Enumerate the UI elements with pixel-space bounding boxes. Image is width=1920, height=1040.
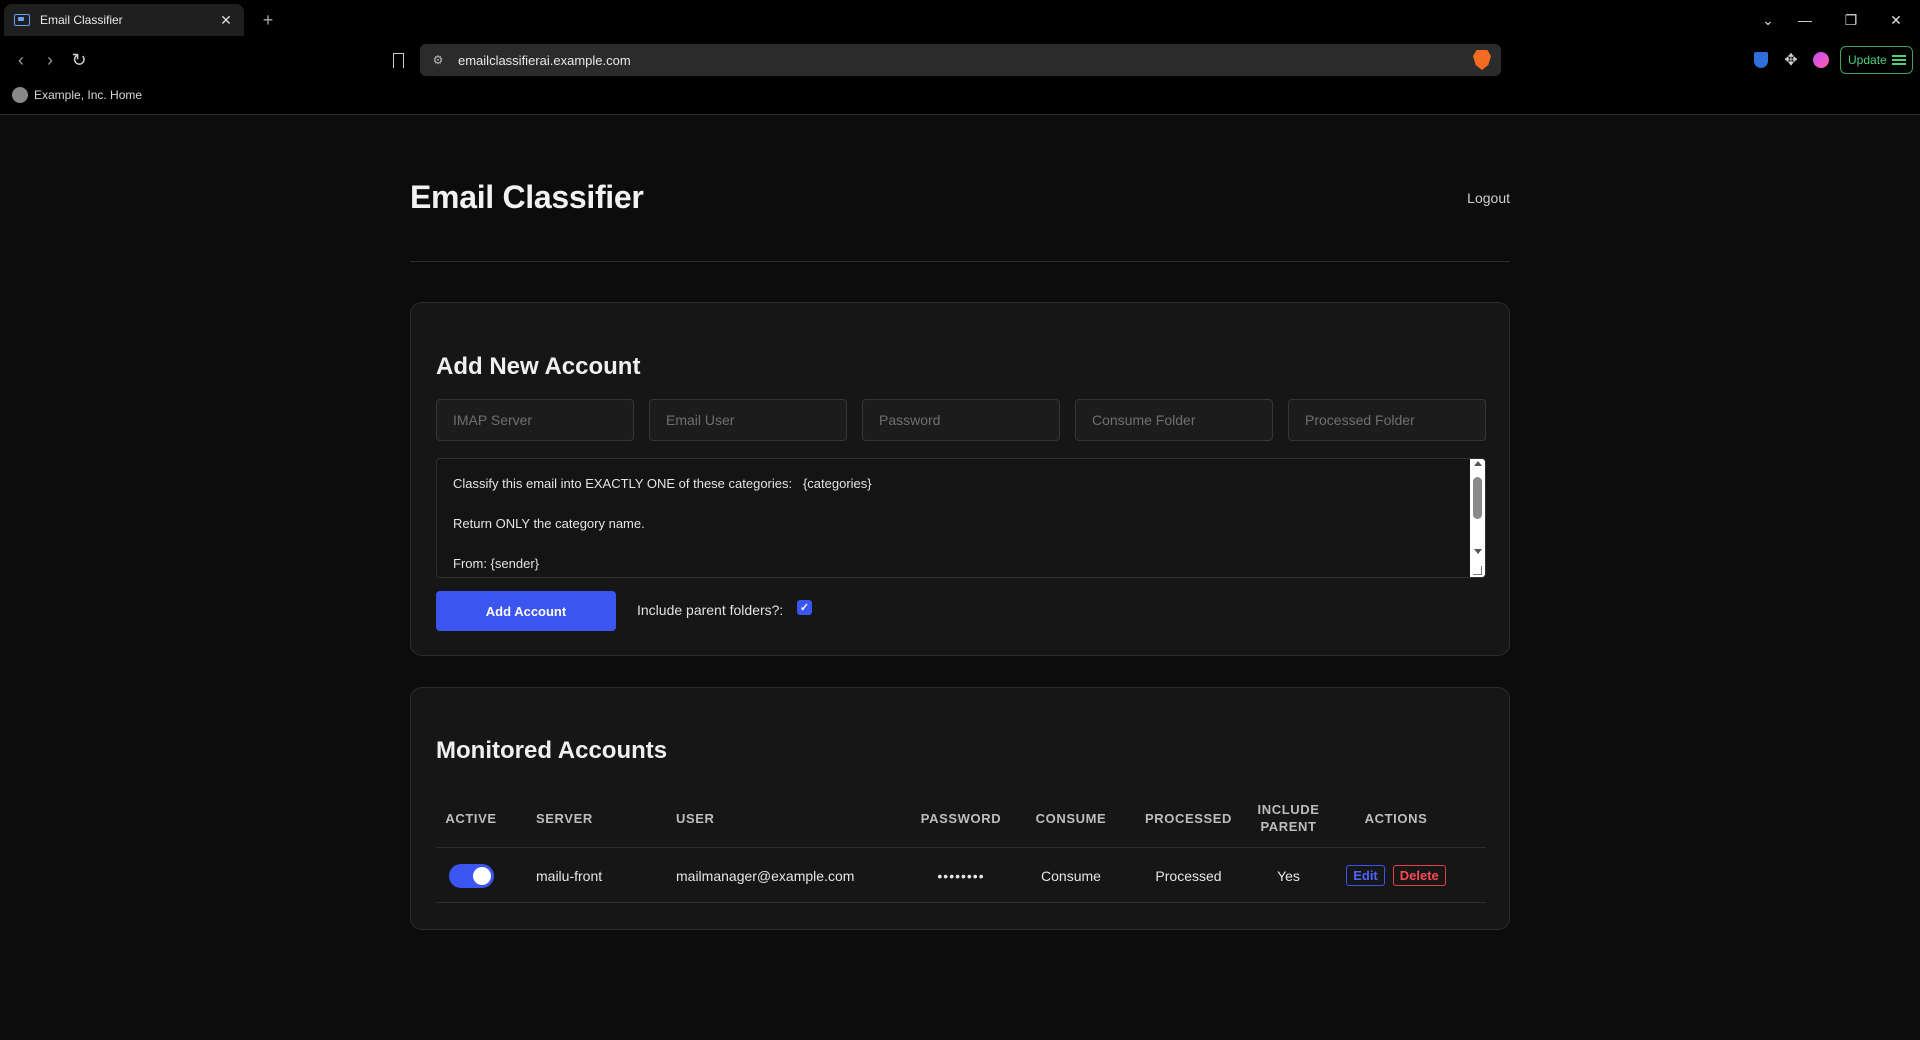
forward-button[interactable]: › <box>37 48 63 72</box>
app-header: Email Classifier Logout <box>410 116 1510 262</box>
extensions-icon[interactable]: ✥ <box>1781 50 1801 70</box>
add-account-heading: Add New Account <box>436 353 641 380</box>
brave-shields-icon[interactable] <box>1473 50 1491 70</box>
monitored-accounts-card: Monitored Accounts ACTIVE SERVER USER PA… <box>410 687 1510 930</box>
prompt-line: From: {sender} <box>453 556 539 571</box>
column-user: USER <box>676 810 715 826</box>
bookmarks-bar: Example, Inc. Home <box>0 84 1920 106</box>
add-account-button[interactable]: Add Account <box>436 591 616 631</box>
tab-close-icon[interactable]: ✕ <box>218 12 234 28</box>
include-parent-label: Include parent folders?: <box>637 602 784 618</box>
cell-active <box>436 848 506 903</box>
window-close-button[interactable]: ✕ <box>1878 6 1914 34</box>
add-account-card: Add New Account Classify this email into… <box>410 302 1510 656</box>
table-row: mailu-front mailmanager@example.com ••••… <box>436 848 1486 903</box>
browser-chrome: Email Classifier ✕ + ⌄ — ❐ ✕ ‹ › ↻ ⚙ ema… <box>0 0 1920 115</box>
include-parent-checkbox[interactable]: ✓ <box>797 600 812 615</box>
site-settings-icon[interactable]: ⚙ <box>430 52 446 68</box>
bookmark-icon[interactable] <box>388 48 408 72</box>
edit-button[interactable]: Edit <box>1346 865 1385 886</box>
bitwarden-icon[interactable] <box>1751 50 1771 70</box>
update-label: Update <box>1848 53 1887 67</box>
scroll-down-icon[interactable] <box>1474 549 1482 554</box>
cell-server: mailu-front <box>536 867 603 884</box>
back-button[interactable]: ‹ <box>8 48 34 72</box>
prompt-line: Return ONLY the category name. <box>453 516 645 531</box>
delete-button[interactable]: Delete <box>1392 865 1446 886</box>
column-server: SERVER <box>536 810 593 826</box>
column-processed: PROCESSED <box>1144 810 1233 826</box>
reload-button[interactable]: ↻ <box>66 48 92 72</box>
page-content: Email Classifier Logout Add New Account … <box>0 116 1920 1040</box>
account-fields <box>436 399 1486 441</box>
prompt-text: Classify this email into EXACTLY ONE of … <box>453 474 1453 577</box>
column-consume: CONSUME <box>1035 810 1107 826</box>
tab-search-icon[interactable]: ⌄ <box>1750 6 1786 34</box>
cell-processed: Processed <box>1155 867 1222 884</box>
active-toggle[interactable] <box>448 863 494 888</box>
scroll-thumb[interactable] <box>1473 477 1482 519</box>
column-actions: ACTIONS <box>1364 810 1428 826</box>
update-button[interactable]: Update <box>1840 46 1913 74</box>
page-title: Email Classifier <box>410 179 644 215</box>
column-password: PASSWORD <box>920 810 1002 826</box>
cell-user: mailmanager@example.com <box>676 867 855 884</box>
tab-title: Email Classifier <box>40 13 123 27</box>
table-header: ACTIVE SERVER USER PASSWORD CONSUME PROC… <box>436 788 1486 848</box>
browser-tab[interactable]: Email Classifier ✕ <box>4 4 244 36</box>
accounts-table: ACTIVE SERVER USER PASSWORD CONSUME PROC… <box>436 788 1486 903</box>
bookmark-item[interactable]: Example, Inc. Home <box>34 88 142 102</box>
prompt-scrollbar[interactable] <box>1470 459 1485 577</box>
cell-password: •••••••• <box>937 867 985 884</box>
restore-button[interactable]: ❐ <box>1833 6 1869 34</box>
prompt-textarea[interactable]: Classify this email into EXACTLY ONE of … <box>436 458 1486 578</box>
app-favicon-icon <box>14 14 30 26</box>
monitored-accounts-heading: Monitored Accounts <box>436 737 668 764</box>
globe-icon <box>12 87 28 103</box>
consume-folder-input[interactable] <box>1075 399 1273 441</box>
column-active: ACTIVE <box>445 810 497 826</box>
profile-avatar-icon[interactable] <box>1811 50 1831 70</box>
logout-link[interactable]: Logout <box>1467 190 1510 206</box>
address-bar[interactable]: ⚙ emailclassifierai.example.com <box>420 44 1501 76</box>
column-include-parent: INCLUDE PARENT <box>1257 802 1320 834</box>
email-user-input[interactable] <box>649 399 847 441</box>
main-container: Email Classifier Logout Add New Account … <box>410 116 1510 930</box>
cell-actions: Edit Delete <box>1326 848 1466 903</box>
imap-server-input[interactable] <box>436 399 634 441</box>
cell-consume: Consume <box>1041 867 1101 884</box>
processed-folder-input[interactable] <box>1288 399 1486 441</box>
tab-bar: Email Classifier ✕ + ⌄ — ❐ ✕ <box>0 0 1920 40</box>
minimize-button[interactable]: — <box>1787 6 1823 34</box>
url-text[interactable]: emailclassifierai.example.com <box>458 53 1473 68</box>
menu-icon <box>1892 55 1906 65</box>
cell-include-parent: Yes <box>1277 867 1300 884</box>
browser-toolbar: ‹ › ↻ ⚙ emailclassifierai.example.com ✥ … <box>0 40 1920 80</box>
resize-handle-icon[interactable] <box>1473 566 1482 575</box>
new-tab-button[interactable]: + <box>256 8 280 32</box>
password-input[interactable] <box>862 399 1060 441</box>
scroll-up-icon[interactable] <box>1474 461 1482 466</box>
prompt-line: Classify this email into EXACTLY ONE of … <box>453 476 872 491</box>
